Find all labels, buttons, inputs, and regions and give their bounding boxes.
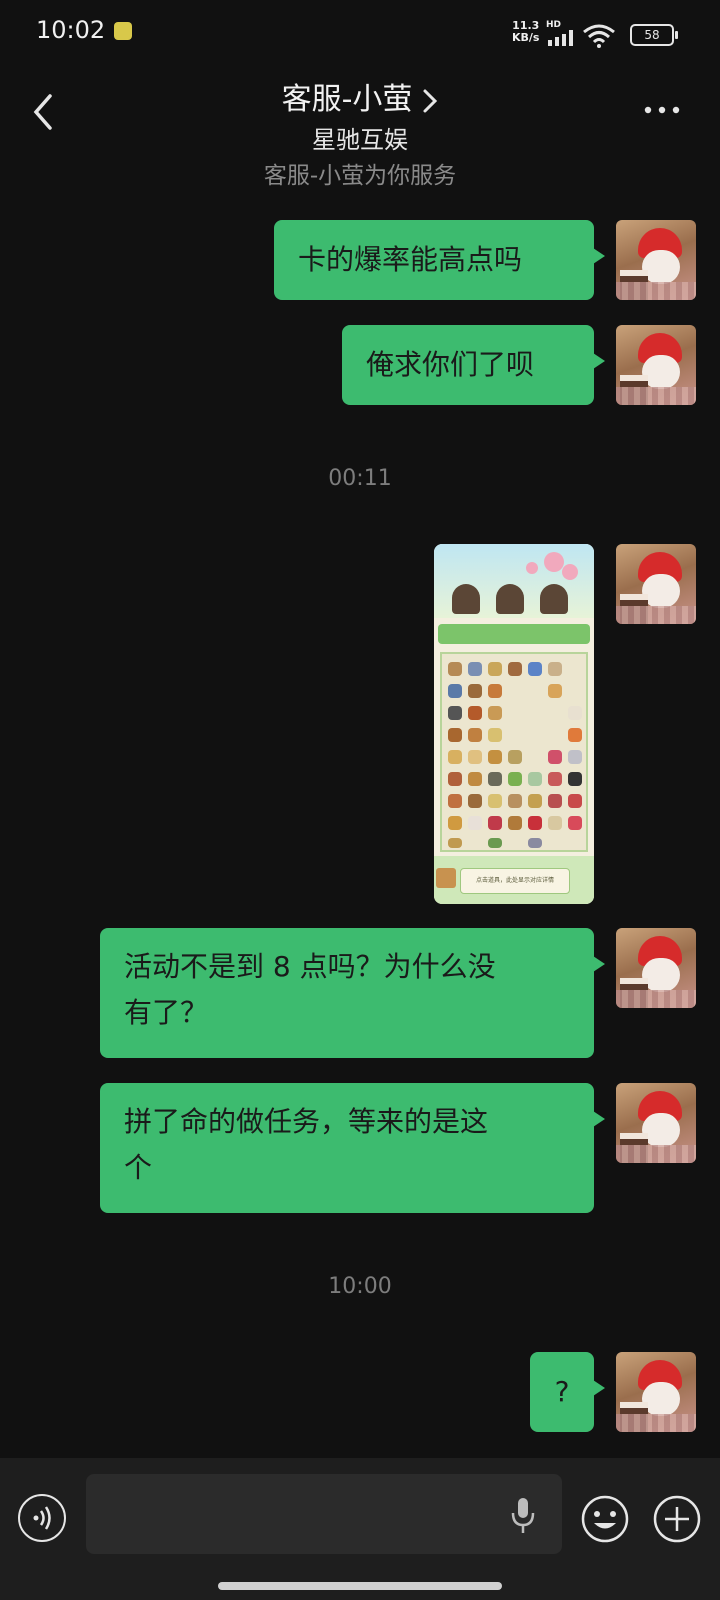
message-bubble[interactable]: 拼了命的做任务，等来的是这 个 (100, 1083, 605, 1213)
avatar[interactable] (616, 325, 696, 405)
chat-title-text[interactable]: 客服-小萤 (282, 82, 413, 117)
emoji-icon[interactable] (580, 1494, 630, 1544)
message-text-line: 有了？ (124, 996, 209, 1029)
message-input[interactable] (86, 1474, 562, 1554)
chevron-right-icon[interactable] (422, 88, 438, 114)
home-indicator[interactable] (218, 1582, 502, 1590)
notification-app-icon (114, 22, 132, 40)
message-bubble[interactable]: 俺求你们了呗 (342, 325, 605, 405)
avatar[interactable] (616, 928, 696, 1008)
message-text: 卡的爆率能高点吗 (298, 243, 523, 276)
avatar[interactable] (616, 1352, 696, 1432)
hd-indicator: HD (546, 20, 562, 30)
chat-title[interactable]: 客服-小萤 (0, 74, 720, 118)
network-speed-unit: KB/s (512, 31, 540, 44)
network-speed: 11.3 KB/s (512, 20, 539, 44)
message-text: 俺求你们了呗 (366, 348, 535, 381)
chat-subtitle: 星驰互娱 (312, 126, 408, 154)
message-text-line: 活动不是到 8 点吗？为什么没 (124, 950, 496, 983)
message-bubble[interactable]: 活动不是到 8 点吗？为什么没 有了？ (100, 928, 605, 1058)
message-bubble[interactable]: ? (530, 1352, 605, 1432)
message-bubble[interactable]: 卡的爆率能高点吗 (274, 220, 605, 300)
message-text: ? (554, 1375, 570, 1408)
avatar[interactable] (616, 220, 696, 300)
mic-icon[interactable] (510, 1496, 536, 1536)
avatar[interactable] (616, 544, 696, 624)
avatar[interactable] (616, 1083, 696, 1163)
service-note: 客服-小萤为你服务 (263, 163, 457, 189)
timestamp: 00:11 (328, 466, 392, 491)
plus-icon[interactable] (652, 1494, 702, 1544)
timestamp: 10:00 (328, 1274, 392, 1299)
more-icon[interactable] (644, 104, 680, 116)
wifi-icon (583, 24, 615, 48)
signal-icon (548, 30, 573, 46)
image-caption: 点击道具，此处显示对应详情 (460, 868, 570, 894)
status-time: 10:02 (36, 16, 106, 44)
message-text-line: 拼了命的做任务，等来的是这 (124, 1105, 489, 1138)
image-message[interactable]: 点击道具，此处显示对应详情 (434, 544, 594, 904)
voice-icon[interactable] (18, 1494, 66, 1542)
battery-indicator: 58 (630, 24, 678, 46)
message-text-line: 个 (124, 1151, 153, 1184)
